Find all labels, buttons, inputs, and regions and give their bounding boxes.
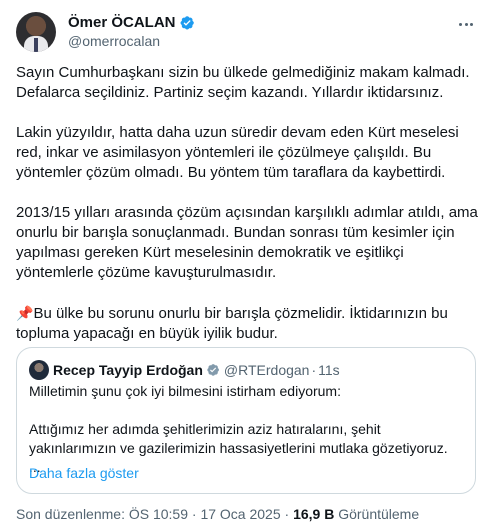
verified-badge-icon [207,364,219,376]
tweet-text: Sayın Cumhurbaşkanı sizin bu ülkede gelm… [16,63,478,344]
quoted-tweet-header: Recep Tayyip Erdoğan @RTErdogan · 11s [29,360,340,380]
quoted-line: Attığımız her adımda şehitlerimizin aziz… [29,421,448,456]
author-names: Ömer ÖCALAN @omerrocalan [68,13,195,49]
tweet-paragraph-last: 📌Bu ülke bu sorunu onurlu bir barışla çö… [16,303,478,344]
show-more-link[interactable]: Daha fazla göster [29,465,139,481]
verified-badge-icon [180,15,194,30]
tweet-header: Ömer ÖCALAN @omerrocalan [16,12,476,52]
quoted-tweet[interactable]: Recep Tayyip Erdoğan @RTErdogan · 11s Mi… [16,347,476,494]
tweet-footer: Son düzenlenme: ÖS 10:59 · 17 Oca 2025 ·… [16,505,419,523]
views-label: Görüntüleme [338,506,420,522]
views-count: 16,9 B [293,506,335,522]
tweet-paragraph: Sayın Cumhurbaşkanı sizin bu ülkede gelm… [16,64,470,101]
tweet-paragraph: 2013/15 yılları arasında çözüm açısından… [16,204,478,281]
quoted-display-name: Recep Tayyip Erdoğan [53,362,203,378]
more-horizontal-icon[interactable] [456,14,476,34]
quoted-line: Milletimin şunu çok iyi bilmesini istirh… [29,383,341,399]
author-display-name[interactable]: Ömer ÖCALAN [68,14,176,31]
edited-timestamp[interactable]: Son düzenlenme: ÖS 10:59 · 17 Oca 2025 · [16,506,289,522]
tweet-last-text: Bu ülke bu sorunu onurlu bir barışla çöz… [16,305,448,342]
pushpin-icon: 📌 [16,305,34,321]
quoted-avatar [29,360,49,380]
tweet-paragraph: Lakin yüzyıldır, hatta daha uzun süredir… [16,124,459,181]
avatar[interactable] [16,12,56,52]
quoted-separator: · [311,362,317,378]
quoted-time: 11s [318,362,340,378]
author-handle[interactable]: @omerrocalan [68,33,195,49]
quoted-body: Milletimin şunu çok iyi bilmesini istirh… [29,382,465,477]
quoted-handle: @RTErdogan [223,362,310,378]
